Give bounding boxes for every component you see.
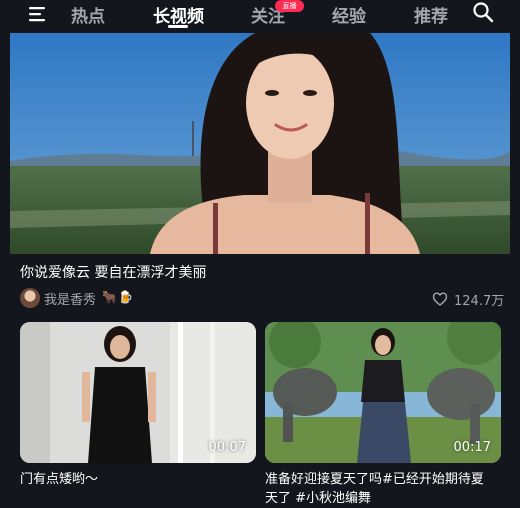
top-nav-bar: 热点 长视频 关注 直播 经验 推荐 <box>0 0 520 32</box>
video-card-title[interactable]: 门有点矮哟～ <box>20 470 98 489</box>
active-tab-indicator <box>168 25 188 28</box>
avatar[interactable] <box>20 288 40 308</box>
video-card-title-line: 天了 #小秋池编舞 <box>265 491 372 506</box>
bull-emoji: 🐂 <box>102 290 117 304</box>
video-duration: 00:07 <box>208 440 246 455</box>
beer-emoji: 🍺 <box>118 290 133 304</box>
tab-long-video[interactable]: 长视频 <box>153 2 204 27</box>
menu-icon[interactable] <box>27 4 47 24</box>
featured-video-thumbnail <box>10 33 510 254</box>
video-card-title-line: 准备好迎接夏天了吗#已经开始期待夏 <box>265 472 484 487</box>
live-badge: 直播 <box>275 0 304 12</box>
featured-video-player[interactable] <box>10 33 510 254</box>
video-card[interactable]: 00:17 <box>265 322 501 463</box>
tab-hot[interactable]: 热点 <box>71 2 105 27</box>
like-count: 124.7万 <box>454 294 505 309</box>
video-card-title[interactable]: 准备好迎接夏天了吗#已经开始期待夏 天了 #小秋池编舞 <box>265 470 484 508</box>
featured-video-title[interactable]: 你说爱像云 要自在漂浮才美丽 <box>20 262 206 282</box>
tab-experience[interactable]: 经验 <box>332 2 366 27</box>
author-name[interactable]: 我是香秀 <box>44 289 96 308</box>
video-card[interactable]: 00:07 <box>20 322 256 463</box>
heart-icon <box>432 292 448 306</box>
video-duration: 00:17 <box>453 440 491 455</box>
search-icon[interactable] <box>472 1 494 23</box>
tab-recommended[interactable]: 推荐 <box>414 2 448 27</box>
